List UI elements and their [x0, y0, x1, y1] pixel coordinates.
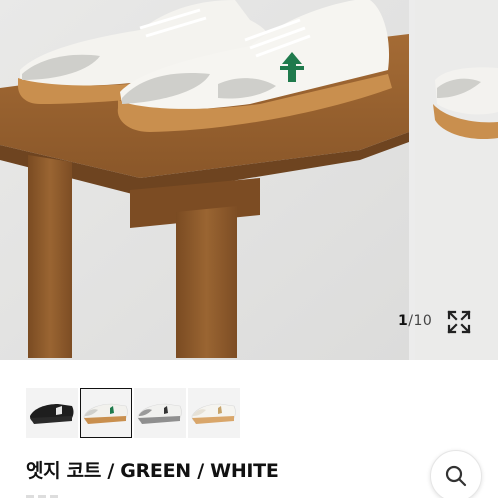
thumbnail-strip: [26, 388, 240, 440]
next-product-image[interactable]: [415, 0, 498, 360]
product-title: 엣지 코트 / GREEN / WHITE: [26, 460, 279, 482]
search-icon: [445, 465, 467, 487]
thumbnail-black-sneaker[interactable]: [26, 388, 78, 438]
product-image-gallery[interactable]: 1/10: [0, 0, 498, 360]
total-image-count: 10: [413, 313, 433, 329]
truncated-text-row: [26, 490, 86, 498]
thumbnail-white-tan-sneaker[interactable]: [188, 388, 240, 438]
search-button[interactable]: [430, 450, 482, 498]
main-product-image[interactable]: [0, 0, 409, 360]
expand-icon: [447, 310, 471, 334]
image-counter: 1/10: [398, 313, 432, 329]
current-image-index: 1: [398, 313, 409, 329]
expand-image-button[interactable]: [446, 309, 472, 335]
thumbnail-white-gum-sneaker[interactable]: [80, 388, 132, 438]
thumbnail-grey-sneaker[interactable]: [134, 388, 186, 438]
